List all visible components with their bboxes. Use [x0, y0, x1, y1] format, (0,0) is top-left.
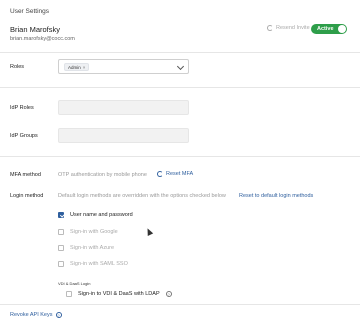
resend-invite-label: Resend Invite — [276, 25, 310, 31]
vdi-heading: VDI & DaaS Login — [58, 281, 91, 286]
idp-groups-label: IdP Groups — [10, 133, 38, 139]
divider — [0, 52, 360, 53]
login-option-saml: Sign-in with SAML SSO — [58, 261, 128, 267]
idp-roles-field — [58, 100, 189, 115]
role-chip: Admin × — [64, 63, 90, 71]
reset-login-methods-link[interactable]: Reset to default login methods — [239, 193, 313, 199]
toggle-knob — [338, 25, 346, 33]
login-method-label: Login method — [10, 193, 44, 199]
help-icon[interactable]: ? — [55, 312, 62, 318]
option-label: Sign-in to VDI & DaaS with LDAP — [78, 291, 160, 297]
resend-invite-button[interactable]: Resend Invite — [267, 25, 310, 31]
checkbox[interactable] — [58, 212, 64, 218]
checkbox — [58, 229, 64, 235]
help-icon[interactable]: ? — [165, 291, 172, 297]
checkbox[interactable] — [66, 291, 72, 297]
mfa-label: MFA method — [10, 172, 41, 178]
refresh-icon — [157, 171, 163, 177]
roles-label: Roles — [10, 64, 25, 70]
divider — [0, 304, 360, 305]
idp-groups-field — [58, 128, 189, 143]
divider — [0, 156, 360, 157]
mouse-cursor-icon — [144, 227, 154, 236]
login-option-password[interactable]: User name and password — [58, 212, 133, 218]
login-option-azure: Sign-in with Azure — [58, 245, 114, 251]
login-option-vdi-ldap[interactable]: Sign-in to VDI & DaaS with LDAP ? — [66, 291, 172, 297]
login-option-google: Sign-in with Google — [58, 229, 118, 235]
option-label: User name and password — [70, 212, 133, 218]
login-method-note: Default login methods are overridden wit… — [58, 193, 226, 199]
option-label: Sign-in with SAML SSO — [70, 261, 128, 267]
user-email: brian.marofsky@cocc.com — [10, 36, 75, 42]
revoke-api-keys-link[interactable]: Revoke API Keys — [10, 312, 53, 318]
checkbox — [58, 261, 64, 267]
section-title: User Settings — [10, 8, 50, 15]
user-name: Brian Marofsky — [10, 25, 61, 34]
chevron-down-icon — [176, 62, 185, 71]
divider — [0, 87, 360, 88]
roles-select[interactable]: Admin × — [58, 59, 189, 74]
chip-remove-icon[interactable]: × — [83, 65, 86, 70]
active-toggle[interactable]: Active — [311, 24, 347, 34]
option-label: Sign-in with Azure — [70, 245, 115, 251]
role-chip-label: Admin — [68, 64, 81, 70]
idp-roles-label: IdP Roles — [10, 105, 34, 111]
option-label: Sign-in with Google — [70, 229, 118, 235]
refresh-icon — [267, 25, 273, 31]
mfa-value: OTP authentication by mobile phone — [58, 172, 147, 178]
revoke-api-keys[interactable]: Revoke API Keys ? — [10, 312, 62, 318]
active-toggle-label: Active — [317, 26, 334, 32]
reset-mfa-button[interactable]: Reset MFA — [157, 171, 193, 177]
checkbox — [58, 245, 64, 251]
reset-mfa-label: Reset MFA — [166, 171, 194, 177]
